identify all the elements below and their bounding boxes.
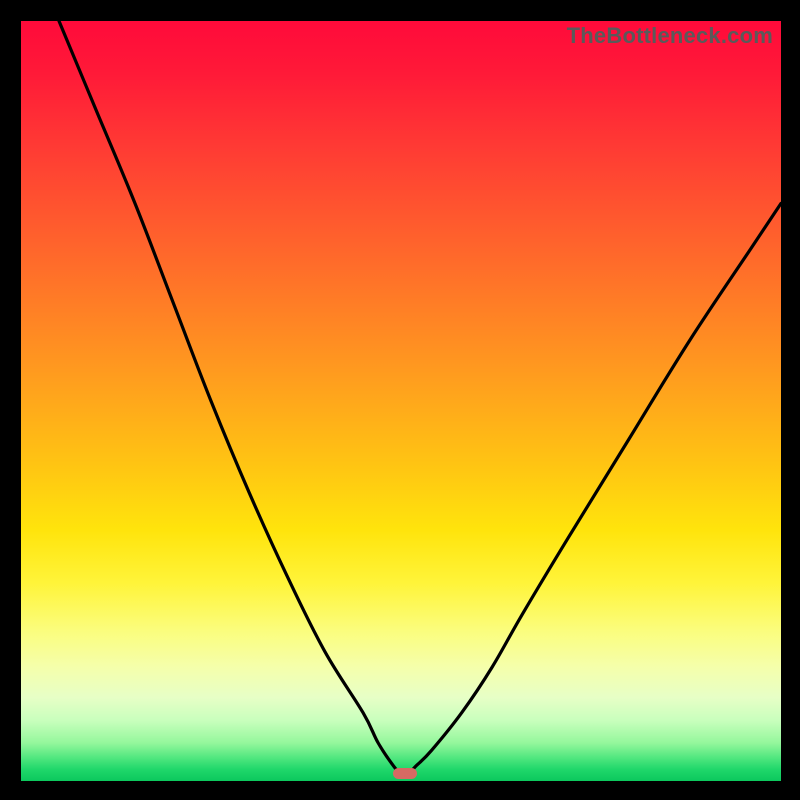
chart-stage: TheBottleneck.com	[0, 0, 800, 800]
watermark-text: TheBottleneck.com	[567, 23, 773, 49]
optimal-marker	[393, 768, 417, 779]
chart-plot-area: TheBottleneck.com	[21, 21, 781, 781]
bottleneck-curve	[21, 21, 781, 781]
